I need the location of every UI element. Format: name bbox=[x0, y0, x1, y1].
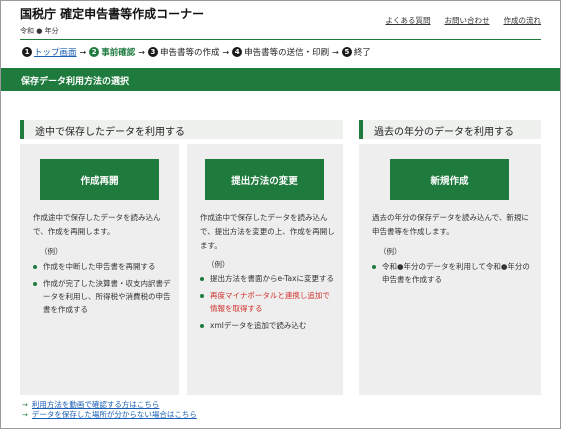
step-number-4: 4 bbox=[232, 47, 243, 57]
step-pre-check: 2 事前確認 bbox=[89, 46, 135, 58]
era-suffix: 年分 bbox=[44, 27, 59, 35]
list-item: 令和●年分のデータを利用して令和●年分の申告書を作成する bbox=[372, 260, 534, 286]
arrow-right-icon: → bbox=[22, 411, 28, 419]
flow-link[interactable]: 作成の流れ bbox=[504, 15, 542, 26]
era-dot: ● bbox=[36, 27, 43, 35]
list-item: xmlデータを追加で読み込む bbox=[200, 319, 337, 332]
resume-button[interactable]: 作成再開 bbox=[40, 159, 159, 200]
contact-link[interactable]: お問い合わせ bbox=[445, 15, 490, 26]
step-finish: 5 終了 bbox=[341, 46, 371, 58]
new-create-button[interactable]: 新規作成 bbox=[390, 159, 509, 200]
step-label-create: 申告書等の作成 bbox=[159, 48, 220, 58]
site-title: 国税庁 確定申告書等作成コーナー bbox=[20, 7, 205, 21]
step-create: 3 申告書等の作成 bbox=[147, 46, 220, 58]
step-arrow-icon: → bbox=[222, 47, 230, 57]
progress-steps: 1 トップ画面 → 2 事前確認 → 3 申告書等の作成 → 4 申告書等の送信… bbox=[22, 46, 371, 58]
era-prefix: 令和 bbox=[20, 27, 34, 35]
step-number-2: 2 bbox=[89, 47, 100, 57]
page-title: 保存データ利用方法の選択 bbox=[21, 77, 130, 87]
example-list: 作成を中断した申告書を再開する 作成が完了した決算書・収支内訳書データを利用し、… bbox=[33, 260, 173, 320]
faq-link[interactable]: よくある質問 bbox=[386, 15, 431, 26]
card-description: 作成途中で保存したデータを読み込んで、提出方法を変更の上、作成を再開します。 bbox=[200, 213, 335, 250]
site-header: 国税庁 確定申告書等作成コーナー 令和 ● 年分 よくある質問 お問い合わせ 作… bbox=[20, 4, 541, 40]
change-submission-button[interactable]: 提出方法の変更 bbox=[205, 159, 324, 200]
example-list: 提出方法を書面からe-Taxに変更する 再度マイナポータルと連携し追加で情報を取… bbox=[200, 272, 337, 336]
list-item-highlight: 再度マイナポータルと連携し追加で情報を取得する bbox=[200, 289, 337, 315]
step-arrow-icon: → bbox=[138, 47, 145, 57]
video-guide-link[interactable]: 利用方法を動画で確認する方はこちら bbox=[32, 400, 160, 410]
section-header-past-year: 過去の年分のデータを利用する bbox=[359, 120, 541, 139]
section-title-past-year: 過去の年分のデータを利用する bbox=[374, 127, 514, 138]
arrow-right-icon: → bbox=[22, 401, 28, 409]
step-number-1: 1 bbox=[22, 47, 32, 57]
step-label-finish: 終了 bbox=[353, 48, 371, 58]
card-description: 作成途中で保存したデータを読み込んで、作成を再開します。 bbox=[33, 213, 161, 236]
page-banner: 保存データ利用方法の選択 bbox=[1, 68, 560, 91]
example-list: 令和●年分のデータを利用して令和●年分の申告書を作成する bbox=[372, 260, 534, 290]
list-item: 作成を中断した申告書を再開する bbox=[33, 260, 173, 273]
step-arrow-icon: → bbox=[332, 47, 339, 57]
step-arrow-icon: → bbox=[79, 47, 87, 57]
section-title-saved-data: 途中で保存したデータを利用する bbox=[35, 127, 185, 138]
card-resume: 作成再開 作成途中で保存したデータを読み込んで、作成を再開します。 （例） 作成… bbox=[20, 144, 179, 395]
card-change-submission: 提出方法の変更 作成途中で保存したデータを読み込んで、提出方法を変更の上、作成を… bbox=[187, 144, 343, 395]
footer-links: → 利用方法を動画で確認する方はこちら → データを保存した場所が分からない場合… bbox=[22, 400, 197, 420]
card-description: 過去の年分の保存データを読み込んで、新規に申告書等を作成します。 bbox=[372, 213, 529, 236]
section-header-saved-data: 途中で保存したデータを利用する bbox=[20, 120, 343, 139]
step-label-pre-check: 事前確認 bbox=[101, 48, 136, 58]
step-label-send-print: 申告書等の送信・印刷 bbox=[244, 48, 330, 58]
step-number-5: 5 bbox=[341, 47, 352, 57]
card-new: 新規作成 過去の年分の保存データを読み込んで、新規に申告書等を作成します。 （例… bbox=[359, 144, 541, 395]
example-label: （例） bbox=[207, 260, 230, 269]
tax-year-label: 令和 ● 年分 bbox=[20, 26, 59, 36]
step-number-3: 3 bbox=[147, 47, 158, 57]
step-top[interactable]: 1 トップ画面 bbox=[22, 46, 77, 58]
step-send-print: 4 申告書等の送信・印刷 bbox=[232, 46, 329, 58]
list-item: 提出方法を書面からe-Taxに変更する bbox=[200, 272, 337, 285]
example-label: （例） bbox=[40, 247, 63, 256]
step-label-top[interactable]: トップ画面 bbox=[34, 46, 77, 58]
save-location-link-row[interactable]: → データを保存した場所が分からない場合はこちら bbox=[22, 410, 197, 420]
save-location-link[interactable]: データを保存した場所が分からない場合はこちら bbox=[32, 410, 197, 420]
header-links: よくある質問 お問い合わせ 作成の流れ bbox=[386, 15, 542, 26]
list-item: 作成が完了した決算書・収支内訳書データを利用し、所得税や消費税の申告書を作成する bbox=[33, 277, 173, 316]
example-label: （例） bbox=[379, 247, 402, 256]
video-guide-link-row[interactable]: → 利用方法を動画で確認する方はこちら bbox=[22, 400, 197, 410]
